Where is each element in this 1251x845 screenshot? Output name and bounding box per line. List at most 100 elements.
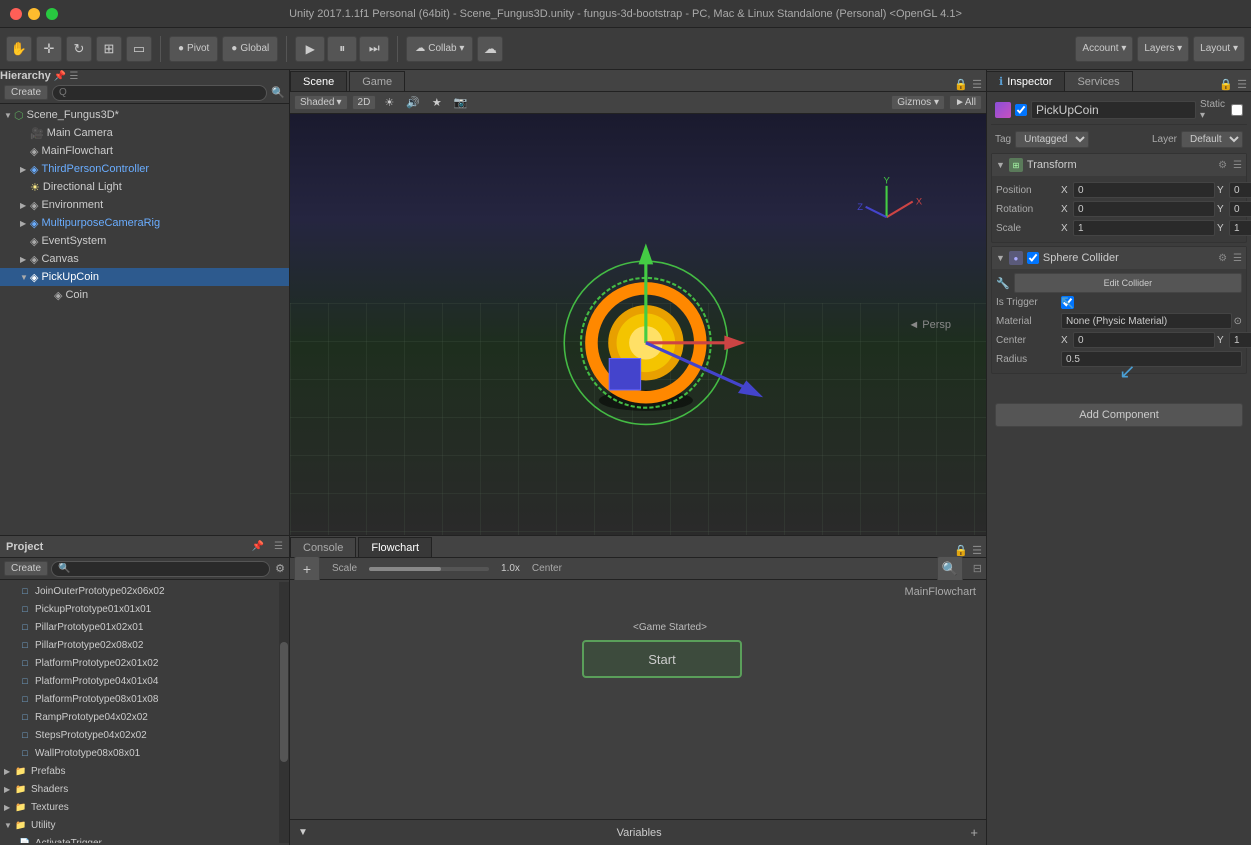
tab-game[interactable]: Game: [349, 71, 405, 91]
project-item-pillar02[interactable]: □ PillarPrototype02x08x02: [0, 636, 279, 654]
hierarchy-item-environment[interactable]: ▶ ◈ Environment: [0, 196, 289, 214]
hierarchy-search-input[interactable]: [52, 85, 267, 101]
hierarchy-menu-icon[interactable]: ☰: [69, 71, 78, 82]
material-select-icon[interactable]: ⊙: [1234, 316, 1242, 327]
hierarchy-create-button[interactable]: Create: [4, 85, 48, 100]
flowchart-start-node[interactable]: Start: [582, 640, 742, 678]
scale-slider[interactable]: [369, 567, 489, 571]
center-y[interactable]: [1229, 332, 1251, 348]
flowchart-add-button[interactable]: +: [294, 556, 320, 582]
project-search-input[interactable]: [51, 561, 270, 577]
tab-scene[interactable]: Scene: [290, 71, 347, 91]
tag-dropdown[interactable]: Untagged: [1015, 131, 1089, 148]
tab-flowchart[interactable]: Flowchart: [358, 537, 432, 557]
lighting-toggle[interactable]: ☀: [380, 95, 398, 110]
collab-button[interactable]: ☁ Collab ▾: [406, 36, 473, 62]
object-active-checkbox[interactable]: [1015, 104, 1027, 116]
all-dropdown[interactable]: ►All: [949, 95, 982, 110]
hierarchy-item-scene[interactable]: ▼ ⬡ Scene_Fungus3D*: [0, 106, 289, 124]
flowchart-collapse-icon[interactable]: ⊟: [973, 562, 982, 575]
maximize-button[interactable]: [46, 8, 58, 20]
tab-console[interactable]: Console: [290, 537, 356, 557]
project-item-platform02[interactable]: □ PlatformPrototype02x01x02: [0, 654, 279, 672]
flowchart-content[interactable]: MainFlowchart <Game Started> Start: [290, 580, 986, 819]
move-tool-button[interactable]: ✛: [36, 36, 62, 62]
inspector-lock-icon[interactable]: 🔒: [1219, 78, 1233, 91]
hierarchy-item-mainflowchart[interactable]: ◈ MainFlowchart: [0, 142, 289, 160]
global-button[interactable]: ● Global: [222, 36, 278, 62]
scale-tool-button[interactable]: ⊞: [96, 36, 122, 62]
hierarchy-pin-icon[interactable]: 📌: [54, 71, 66, 82]
hierarchy-item-thirdperson[interactable]: ▶ ◈ ThirdPersonController: [0, 160, 289, 178]
project-create-button[interactable]: Create: [4, 561, 48, 576]
sphere-collider-header[interactable]: ▼ ● Sphere Collider ⚙ ☰: [992, 247, 1246, 269]
rotate-tool-button[interactable]: ↻: [66, 36, 92, 62]
shaded-dropdown[interactable]: Shaded ▾: [294, 95, 348, 110]
add-component-button[interactable]: Add Component: [995, 403, 1243, 427]
account-dropdown[interactable]: Account ▾: [1075, 36, 1133, 62]
position-x[interactable]: [1073, 182, 1215, 198]
sphere-collider-enabled-checkbox[interactable]: [1027, 252, 1039, 264]
project-item-utility[interactable]: ▼ 📁 Utility: [0, 816, 279, 834]
audio-toggle[interactable]: 🔊: [402, 95, 424, 110]
project-item-wall[interactable]: □ WallPrototype08x08x01: [0, 744, 279, 762]
traffic-lights[interactable]: [10, 8, 58, 20]
gizmos-dropdown[interactable]: Gizmos ▾: [891, 95, 945, 110]
project-search-options-icon[interactable]: ⚙: [275, 562, 285, 575]
layout-dropdown[interactable]: Layout ▾: [1193, 36, 1245, 62]
hierarchy-item-dirlight[interactable]: ☀ Directional Light: [0, 178, 289, 196]
project-pin-icon[interactable]: 📌: [252, 541, 264, 552]
hierarchy-item-eventsystem[interactable]: ◈ EventSystem: [0, 232, 289, 250]
project-item-joinouter[interactable]: □ JoinOuterPrototype02x06x02: [0, 582, 279, 600]
inspector-menu-icon[interactable]: ☰: [1237, 78, 1247, 91]
flowchart-menu-icon[interactable]: ☰: [972, 544, 982, 557]
project-item-platform08[interactable]: □ PlatformPrototype08x01x08: [0, 690, 279, 708]
pivot-button[interactable]: ● Pivot: [169, 36, 218, 62]
project-item-textures[interactable]: ▶ 📁 Textures: [0, 798, 279, 816]
scale-x[interactable]: [1073, 220, 1215, 236]
project-scrollbar[interactable]: [279, 582, 289, 843]
hierarchy-search-icon[interactable]: 🔍: [271, 86, 285, 99]
variables-add-icon[interactable]: +: [970, 825, 978, 840]
project-item-steps[interactable]: □ StepsPrototype04x02x02: [0, 726, 279, 744]
tab-services[interactable]: Services: [1065, 71, 1132, 91]
center-x[interactable]: [1073, 332, 1215, 348]
step-button[interactable]: ⏭: [359, 36, 389, 62]
center-button[interactable]: Center: [532, 563, 562, 574]
rotation-y[interactable]: [1229, 201, 1251, 217]
rect-tool-button[interactable]: ▭: [126, 36, 152, 62]
tab-inspector[interactable]: ℹ Inspector: [987, 71, 1065, 91]
flowchart-search-icon[interactable]: 🔍: [937, 556, 963, 582]
project-item-shaders[interactable]: ▶ 📁 Shaders: [0, 780, 279, 798]
object-name-input[interactable]: [1031, 101, 1196, 119]
project-item-prefabs[interactable]: ▶ 📁 Prefabs: [0, 762, 279, 780]
hierarchy-item-pickupcoin[interactable]: ▼ ◈ PickUpCoin: [0, 268, 289, 286]
project-menu-icon[interactable]: ☰: [274, 541, 283, 552]
collab-icon-button[interactable]: ☁: [477, 36, 503, 62]
position-y[interactable]: [1229, 182, 1251, 198]
scale-y[interactable]: [1229, 220, 1251, 236]
camera-settings[interactable]: 📷: [450, 95, 472, 110]
effects-toggle[interactable]: ★: [428, 95, 446, 110]
transform-component-header[interactable]: ▼ ⊞ Transform ⚙ ☰: [992, 154, 1246, 176]
project-item-pillar01[interactable]: □ PillarPrototype01x02x01: [0, 618, 279, 636]
hierarchy-item-multipurposecam[interactable]: ▶ ◈ MultipurposeCameraRig: [0, 214, 289, 232]
sphere-menu-icon[interactable]: ☰: [1233, 253, 1242, 264]
2d-toggle[interactable]: 2D: [352, 95, 377, 110]
radius-value[interactable]: [1061, 351, 1242, 367]
layer-dropdown[interactable]: Default: [1181, 131, 1243, 148]
hand-tool-button[interactable]: ✋: [6, 36, 32, 62]
project-scrollbar-thumb[interactable]: [280, 642, 288, 762]
minimize-button[interactable]: [28, 8, 40, 20]
project-item-pickup[interactable]: □ PickupPrototype01x01x01: [0, 600, 279, 618]
hierarchy-item-coin[interactable]: ◈ Coin: [0, 286, 289, 304]
scene-lock-icon[interactable]: 🔒: [954, 78, 968, 91]
rotation-x[interactable]: [1073, 201, 1215, 217]
static-checkbox[interactable]: [1231, 104, 1243, 116]
layers-dropdown[interactable]: Layers ▾: [1137, 36, 1189, 62]
project-item-activatetrigger[interactable]: 📄 ActivateTrigger: [0, 834, 279, 843]
close-button[interactable]: [10, 8, 22, 20]
edit-collider-button[interactable]: Edit Collider: [1014, 273, 1242, 293]
hierarchy-item-canvas[interactable]: ▶ ◈ Canvas: [0, 250, 289, 268]
project-item-ramp[interactable]: □ RampPrototype04x02x02: [0, 708, 279, 726]
